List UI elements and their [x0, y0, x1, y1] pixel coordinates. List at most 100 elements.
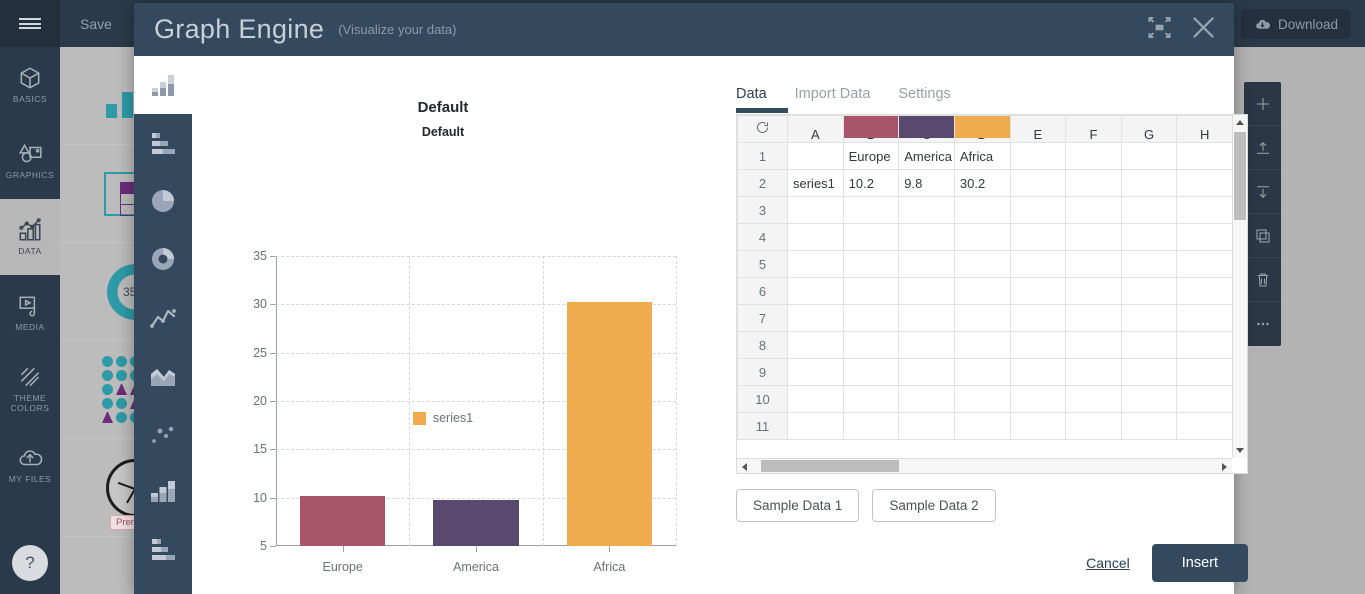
grid-cell[interactable] [898, 304, 955, 332]
grid-cell[interactable] [1065, 412, 1122, 440]
save-button[interactable]: Save [60, 0, 132, 47]
grid-cell[interactable]: America [898, 142, 955, 170]
tab-data[interactable]: Data [736, 86, 767, 109]
grid-cell[interactable] [1009, 358, 1067, 386]
insert-button[interactable]: Insert [1151, 544, 1248, 582]
grid-cell[interactable]: 30.2 [953, 169, 1011, 197]
grid-cell[interactable] [1120, 142, 1178, 170]
grid-cell[interactable] [1176, 223, 1233, 251]
hamburger-menu-button[interactable] [0, 0, 60, 47]
grid-cell[interactable] [1120, 223, 1178, 251]
grid-cell[interactable] [1009, 331, 1067, 359]
column-chart-type[interactable] [134, 56, 192, 114]
grid-cell[interactable] [842, 277, 900, 305]
refresh-data-button[interactable] [737, 115, 788, 143]
grid-cell[interactable] [1009, 196, 1067, 224]
vertical-scrollbar[interactable] [1232, 115, 1247, 458]
grid-cell[interactable] [1009, 412, 1067, 440]
grid-cell[interactable] [953, 304, 1011, 332]
grid-cell[interactable] [1009, 250, 1067, 278]
stacked-bar-chart-type[interactable] [134, 520, 192, 578]
grid-cell[interactable] [842, 412, 900, 440]
grid-cell[interactable] [787, 250, 844, 278]
grid-cell[interactable] [1120, 385, 1178, 413]
grid-cell[interactable] [1065, 142, 1122, 170]
grid-cell[interactable] [1120, 169, 1178, 197]
vertical-scroll-thumb[interactable] [1234, 132, 1246, 220]
column-header-b[interactable]: B [842, 115, 900, 143]
grid-cell[interactable] [1120, 331, 1178, 359]
grid-cell[interactable] [1176, 277, 1233, 305]
grid-cell[interactable] [842, 385, 900, 413]
scatter-chart-type[interactable] [134, 404, 192, 462]
grid-cell[interactable]: Africa [953, 142, 1011, 170]
row-header[interactable]: 8 [737, 331, 788, 359]
row-header[interactable]: 1 [737, 142, 788, 170]
grid-cell[interactable] [787, 331, 844, 359]
grid-cell[interactable] [1065, 331, 1122, 359]
pie-chart-type[interactable] [134, 172, 192, 230]
grid-cell[interactable] [1009, 223, 1067, 251]
help-button[interactable]: ? [12, 545, 48, 581]
sidebar-item-graphics[interactable]: GRAPHICS [0, 123, 60, 199]
grid-cell[interactable] [1009, 304, 1067, 332]
grid-cell[interactable] [953, 385, 1011, 413]
download-button[interactable]: Download [1240, 9, 1351, 39]
tab-settings[interactable]: Settings [898, 86, 950, 109]
line-chart-type[interactable] [134, 288, 192, 346]
sample-data-2-button[interactable]: Sample Data 2 [872, 489, 996, 522]
grid-cell[interactable] [1120, 277, 1178, 305]
grid-cell[interactable] [787, 277, 844, 305]
sidebar-item-media[interactable]: MEDIA [0, 275, 60, 351]
sidebar-item-data[interactable]: DATA [0, 199, 60, 275]
grid-cell[interactable] [1176, 196, 1233, 224]
grid-cell[interactable] [1065, 304, 1122, 332]
grid-cell[interactable] [1009, 142, 1067, 170]
scroll-up-button[interactable] [1233, 115, 1247, 130]
grid-cell[interactable] [787, 412, 844, 440]
sidebar-item-basics[interactable]: BASICS [0, 47, 60, 123]
grid-cell[interactable] [1176, 331, 1233, 359]
grid-cell[interactable] [1176, 304, 1233, 332]
grid-cell[interactable] [1176, 385, 1233, 413]
grid-cell[interactable] [1120, 196, 1178, 224]
fullscreen-button[interactable] [1146, 14, 1173, 46]
grid-cell[interactable] [842, 250, 900, 278]
sample-data-1-button[interactable]: Sample Data 1 [736, 489, 860, 522]
grid-cell[interactable] [1065, 385, 1122, 413]
grid-cell[interactable] [787, 142, 844, 170]
grid-cell[interactable] [953, 277, 1011, 305]
grid-cell[interactable]: 9.8 [898, 169, 955, 197]
row-header[interactable]: 5 [737, 250, 788, 278]
grid-cell[interactable] [787, 385, 844, 413]
row-header[interactable]: 4 [737, 223, 788, 251]
grid-cell[interactable] [1065, 358, 1122, 386]
scroll-down-button[interactable] [1233, 443, 1247, 458]
grid-cell[interactable] [898, 250, 955, 278]
grid-cell[interactable] [1176, 412, 1233, 440]
bar-chart-type[interactable] [134, 114, 192, 172]
column-header-h[interactable]: H [1176, 115, 1233, 143]
scroll-left-button[interactable] [737, 459, 752, 473]
grid-cell[interactable]: 10.2 [842, 169, 900, 197]
column-header-a[interactable]: A [787, 115, 844, 143]
column-header-d[interactable]: D [953, 115, 1011, 143]
grid-cell[interactable] [842, 331, 900, 359]
grid-cell[interactable] [1065, 169, 1122, 197]
grid-cell[interactable] [1009, 169, 1067, 197]
grid-cell[interactable] [1009, 277, 1067, 305]
row-header[interactable]: 6 [737, 277, 788, 305]
grid-cell[interactable] [787, 223, 844, 251]
grid-cell[interactable] [1065, 223, 1122, 251]
grid-cell[interactable] [842, 223, 900, 251]
grid-cell[interactable] [953, 412, 1011, 440]
grid-cell[interactable] [1120, 358, 1178, 386]
row-header[interactable]: 7 [737, 304, 788, 332]
grid-cell[interactable] [842, 358, 900, 386]
row-header[interactable]: 3 [737, 196, 788, 224]
row-header[interactable]: 11 [737, 412, 788, 440]
grid-cell[interactable] [1120, 412, 1178, 440]
grid-cell[interactable] [787, 358, 844, 386]
grid-cell[interactable] [1065, 196, 1122, 224]
donut-chart-type[interactable] [134, 230, 192, 288]
